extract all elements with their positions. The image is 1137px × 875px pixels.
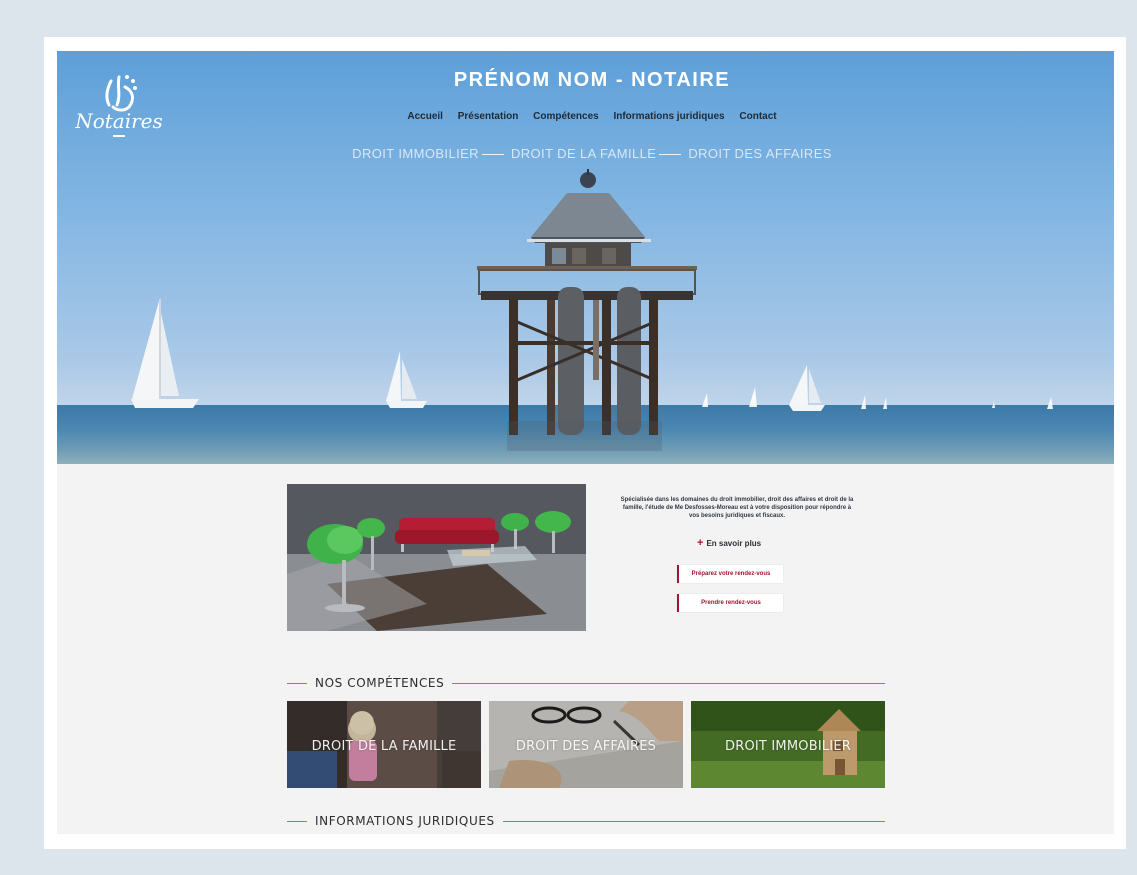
website-page: Notaires PRÉNOM NOM - NOTAIRE Accueil Pr… xyxy=(57,51,1114,834)
competences-heading-label: NOS COMPÉTENCES xyxy=(315,676,445,690)
heading-line xyxy=(287,820,307,822)
nav-item-accueil[interactable]: Accueil xyxy=(407,111,443,122)
competences-heading: NOS COMPÉTENCES xyxy=(287,675,885,691)
hero-banner: Notaires PRÉNOM NOM - NOTAIRE Accueil Pr… xyxy=(57,51,1114,464)
learn-more-label: En savoir plus xyxy=(706,539,762,548)
tile-droit-famille[interactable]: DROIT DE LA FAMILLE xyxy=(287,701,481,788)
stilt-cabin xyxy=(477,169,697,435)
nav-item-presentation[interactable]: Présentation xyxy=(458,111,519,122)
tile-droit-immobilier-label: DROIT IMMOBILIER xyxy=(725,739,851,754)
subnav-droit-affaires[interactable]: DROIT DES AFFAIRES xyxy=(688,146,832,161)
heading-line xyxy=(452,682,885,684)
intro-description: Spécialisée dans les domaines du droit i… xyxy=(620,497,854,519)
nav-item-informations-juridiques[interactable]: Informations juridiques xyxy=(613,111,724,122)
cabin-reflection xyxy=(507,421,662,451)
informations-heading-label: INFORMATIONS JURIDIQUES xyxy=(315,814,495,828)
tile-droit-affaires-label: DROIT DES AFFAIRES xyxy=(515,739,657,754)
subnav-droit-famille[interactable]: DROIT DE LA FAMILLE xyxy=(511,146,656,161)
sailboat-middle xyxy=(386,351,427,408)
subnav-separator xyxy=(659,154,682,156)
site-title: PRÉNOM NOM - NOTAIRE xyxy=(453,69,731,91)
secondary-navigation: DROIT IMMOBILIER DROIT DE LA FAMILLE DRO… xyxy=(57,146,1114,161)
heading-line xyxy=(287,682,307,684)
sailboat-right xyxy=(789,365,825,411)
tile-droit-famille-label: DROIT DE LA FAMILLE xyxy=(311,739,457,754)
plus-icon: + xyxy=(697,537,704,549)
tile-droit-affaires[interactable]: DROIT DES AFFAIRES xyxy=(489,701,683,788)
tile-droit-immobilier[interactable]: DROIT IMMOBILIER xyxy=(691,701,885,788)
sailboat-left xyxy=(131,299,199,408)
office-interior-image xyxy=(287,484,586,631)
heading-line xyxy=(502,820,885,822)
nav-item-competences[interactable]: Compétences xyxy=(533,111,599,122)
informations-heading: INFORMATIONS JURIDIQUES xyxy=(287,813,885,829)
distant-sailboats xyxy=(702,387,1053,409)
subnav-separator xyxy=(481,154,504,156)
main-navigation: Accueil Présentation Compétences Informa… xyxy=(57,111,1114,122)
nav-item-contact[interactable]: Contact xyxy=(739,111,776,122)
learn-more-link[interactable]: + En savoir plus xyxy=(697,537,787,549)
book-appointment-button[interactable]: Prendre rendez-vous xyxy=(677,594,783,612)
subnav-droit-immobilier[interactable]: DROIT IMMOBILIER xyxy=(352,146,479,161)
prepare-appointment-button[interactable]: Préparez votre rendez-vous xyxy=(677,565,783,583)
